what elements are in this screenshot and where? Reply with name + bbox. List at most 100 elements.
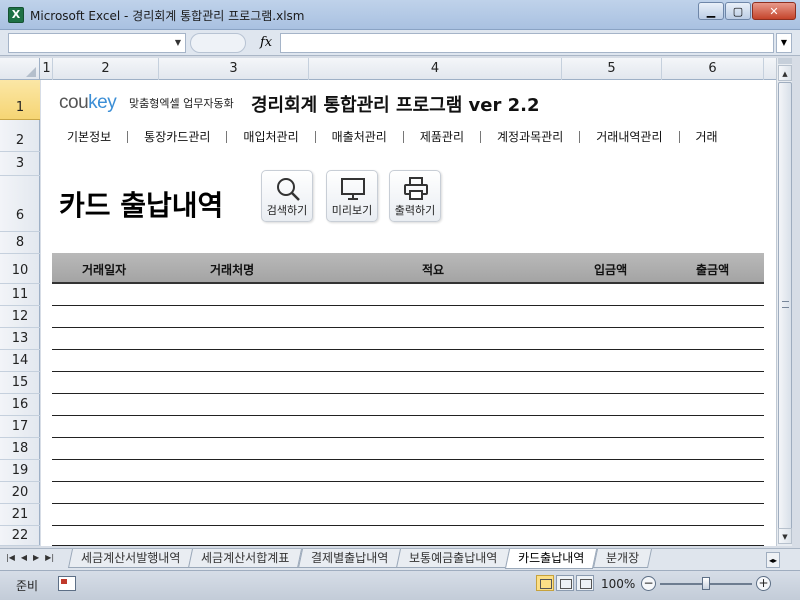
- nav-item-more[interactable]: 거래: [696, 131, 734, 143]
- search-icon: [277, 178, 300, 201]
- tab-tax-invoice-issued[interactable]: 세금계산서발행내역: [67, 549, 194, 568]
- zoom-slider-thumb[interactable]: [702, 577, 710, 590]
- print-button[interactable]: 출력하기: [389, 170, 441, 222]
- tab-journal[interactable]: 분개장: [592, 549, 652, 568]
- column-header[interactable]: 2: [53, 58, 159, 80]
- formula-controls[interactable]: [190, 33, 246, 53]
- grip-icon: [782, 301, 789, 308]
- row-header[interactable]: 15: [0, 372, 40, 394]
- table-row[interactable]: [52, 416, 764, 438]
- row-header[interactable]: 13: [0, 328, 40, 350]
- column-header[interactable]: 1: [41, 58, 53, 80]
- insert-function-icon[interactable]: fx: [260, 35, 272, 50]
- search-button[interactable]: 검색하기: [261, 170, 313, 222]
- row-header[interactable]: 16: [0, 394, 40, 416]
- page-layout-view-button[interactable]: [556, 575, 574, 591]
- nav-item-sales[interactable]: 매출처관리: [332, 131, 404, 143]
- worksheet[interactable]: coukey 맞춤형엑셀 업무자동화 경리회계 통합관리 프로그램 ver 2.…: [41, 80, 776, 546]
- row-header[interactable]: 10: [0, 254, 40, 284]
- zoom-in-icon[interactable]: +: [756, 576, 771, 591]
- nav-item-bank-card[interactable]: 통장카드관리: [144, 131, 228, 143]
- next-sheet-icon[interactable]: ▶: [33, 553, 39, 562]
- table-row[interactable]: [52, 284, 764, 306]
- tab-savings-ledger[interactable]: 보통예금출납내역: [395, 549, 511, 568]
- tab-card-ledger[interactable]: 카드출납내역: [505, 549, 598, 569]
- row-header[interactable]: 21: [0, 504, 40, 526]
- table-row[interactable]: [52, 328, 764, 350]
- row-header[interactable]: 17: [0, 416, 40, 438]
- sheet-tab-bar: |◀ ◀ ▶ ▶| 세금계산서발행내역 세금계산서합계표 결제별출납내역 보통예…: [0, 548, 800, 570]
- row-header[interactable]: 1: [0, 80, 40, 120]
- chevron-down-icon[interactable]: ▼: [175, 38, 181, 47]
- close-button[interactable]: ✕: [752, 2, 796, 20]
- row-header[interactable]: 18: [0, 438, 40, 460]
- main-nav: 기본정보 통장카드관리 매입처관리 매출처관리 제품관리 계정과목관리 거래내역…: [41, 126, 776, 148]
- tab-tax-invoice-summary[interactable]: 세금계산서합계표: [188, 549, 303, 568]
- search-button-label: 검색하기: [266, 204, 308, 217]
- preview-button[interactable]: 미리보기: [326, 170, 378, 222]
- nav-item-accounts[interactable]: 계정과목관리: [497, 131, 581, 143]
- nav-item-purchase[interactable]: 매입처관리: [243, 131, 316, 143]
- row-header[interactable]: 6: [0, 176, 40, 232]
- page-title: 카드 출납내역: [59, 189, 224, 222]
- row-header[interactable]: 12: [0, 306, 40, 328]
- excel-icon[interactable]: X: [8, 7, 24, 23]
- row-header[interactable]: 14: [0, 350, 40, 372]
- normal-view-button[interactable]: [536, 575, 554, 591]
- column-header[interactable]: 4: [309, 58, 562, 80]
- row-header[interactable]: 2: [0, 120, 40, 152]
- scroll-down-icon[interactable]: ▼: [778, 528, 792, 544]
- table-row[interactable]: [52, 350, 764, 372]
- column-title-description: 적요: [422, 263, 445, 277]
- row-header[interactable]: 11: [0, 284, 40, 306]
- row-header[interactable]: 20: [0, 482, 40, 504]
- zoom-out-icon[interactable]: −: [641, 576, 656, 591]
- page-break-view-button[interactable]: [576, 575, 594, 591]
- table-row[interactable]: [52, 306, 764, 328]
- restore-button[interactable]: ▢: [725, 2, 751, 20]
- table-row[interactable]: [52, 526, 764, 546]
- row-header[interactable]: 3: [0, 152, 40, 176]
- tab-split-handle[interactable]: ◂▸: [766, 552, 780, 568]
- expand-formula-bar-button[interactable]: ▼: [776, 33, 792, 53]
- split-handle[interactable]: [778, 58, 792, 64]
- formula-input[interactable]: [280, 33, 774, 53]
- row-header[interactable]: 19: [0, 460, 40, 482]
- column-header[interactable]: 6: [662, 58, 764, 80]
- table-row[interactable]: [52, 394, 764, 416]
- column-title-vendor: 거래처명: [210, 263, 255, 277]
- tab-label: 분개장: [605, 551, 639, 565]
- close-icon: ✕: [769, 4, 779, 18]
- row-header[interactable]: 22: [0, 526, 40, 546]
- column-header[interactable]: 5: [562, 58, 662, 80]
- prev-sheet-icon[interactable]: ◀: [21, 553, 27, 562]
- tab-label: 결제별출납내역: [310, 551, 388, 565]
- column-header[interactable]: 3: [159, 58, 309, 80]
- nav-item-basic-info[interactable]: 기본정보: [41, 131, 129, 143]
- macro-record-icon[interactable]: [58, 576, 76, 591]
- printer-icon: [404, 177, 428, 200]
- first-sheet-icon[interactable]: |◀: [6, 553, 15, 562]
- formula-bar: ▼ fx ▼: [0, 30, 800, 56]
- minimize-button[interactable]: ▁: [698, 2, 724, 20]
- name-box[interactable]: ▼: [8, 33, 186, 53]
- table-row[interactable]: [52, 372, 764, 394]
- nav-item-products[interactable]: 제품관리: [420, 131, 481, 143]
- tab-label: 보통예금출납내역: [408, 551, 498, 565]
- vertical-scrollbar[interactable]: ▲ ▼: [776, 58, 792, 546]
- scroll-up-icon[interactable]: ▲: [778, 65, 792, 81]
- nav-item-transactions[interactable]: 거래내역관리: [596, 131, 680, 143]
- tab-payment-ledger[interactable]: 결제별출납내역: [297, 549, 402, 568]
- minimize-icon: ▁: [706, 4, 716, 18]
- preview-button-label: 미리보기: [331, 204, 373, 217]
- zoom-level[interactable]: 100%: [601, 577, 635, 591]
- select-all-corner[interactable]: [0, 58, 40, 80]
- table-row[interactable]: [52, 438, 764, 460]
- table-row[interactable]: [52, 460, 764, 482]
- last-sheet-icon[interactable]: ▶|: [45, 553, 54, 562]
- row-header[interactable]: 8: [0, 232, 40, 254]
- scroll-thumb[interactable]: [778, 82, 792, 538]
- table-row[interactable]: [52, 482, 764, 504]
- monitor-icon: [341, 178, 365, 200]
- table-row[interactable]: [52, 504, 764, 526]
